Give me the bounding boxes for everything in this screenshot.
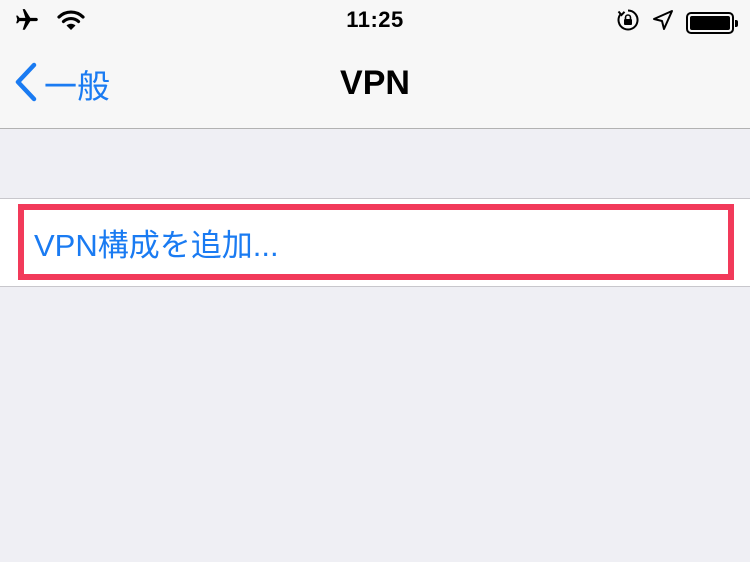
orientation-lock-icon — [616, 8, 640, 37]
add-vpn-configuration-button[interactable]: VPN構成を追加... — [18, 204, 734, 280]
add-vpn-label: VPN構成を追加... — [34, 227, 279, 263]
page-title: VPN — [340, 64, 410, 102]
battery-icon — [686, 11, 738, 34]
battery-fill — [690, 15, 730, 30]
status-right — [616, 8, 738, 37]
battery-cap — [735, 19, 738, 27]
vpn-list-group: VPN構成を追加... — [0, 198, 750, 287]
status-bar: 11:25 — [0, 0, 750, 40]
navigation-bar: 一般 VPN — [0, 40, 750, 129]
location-icon — [652, 9, 674, 36]
